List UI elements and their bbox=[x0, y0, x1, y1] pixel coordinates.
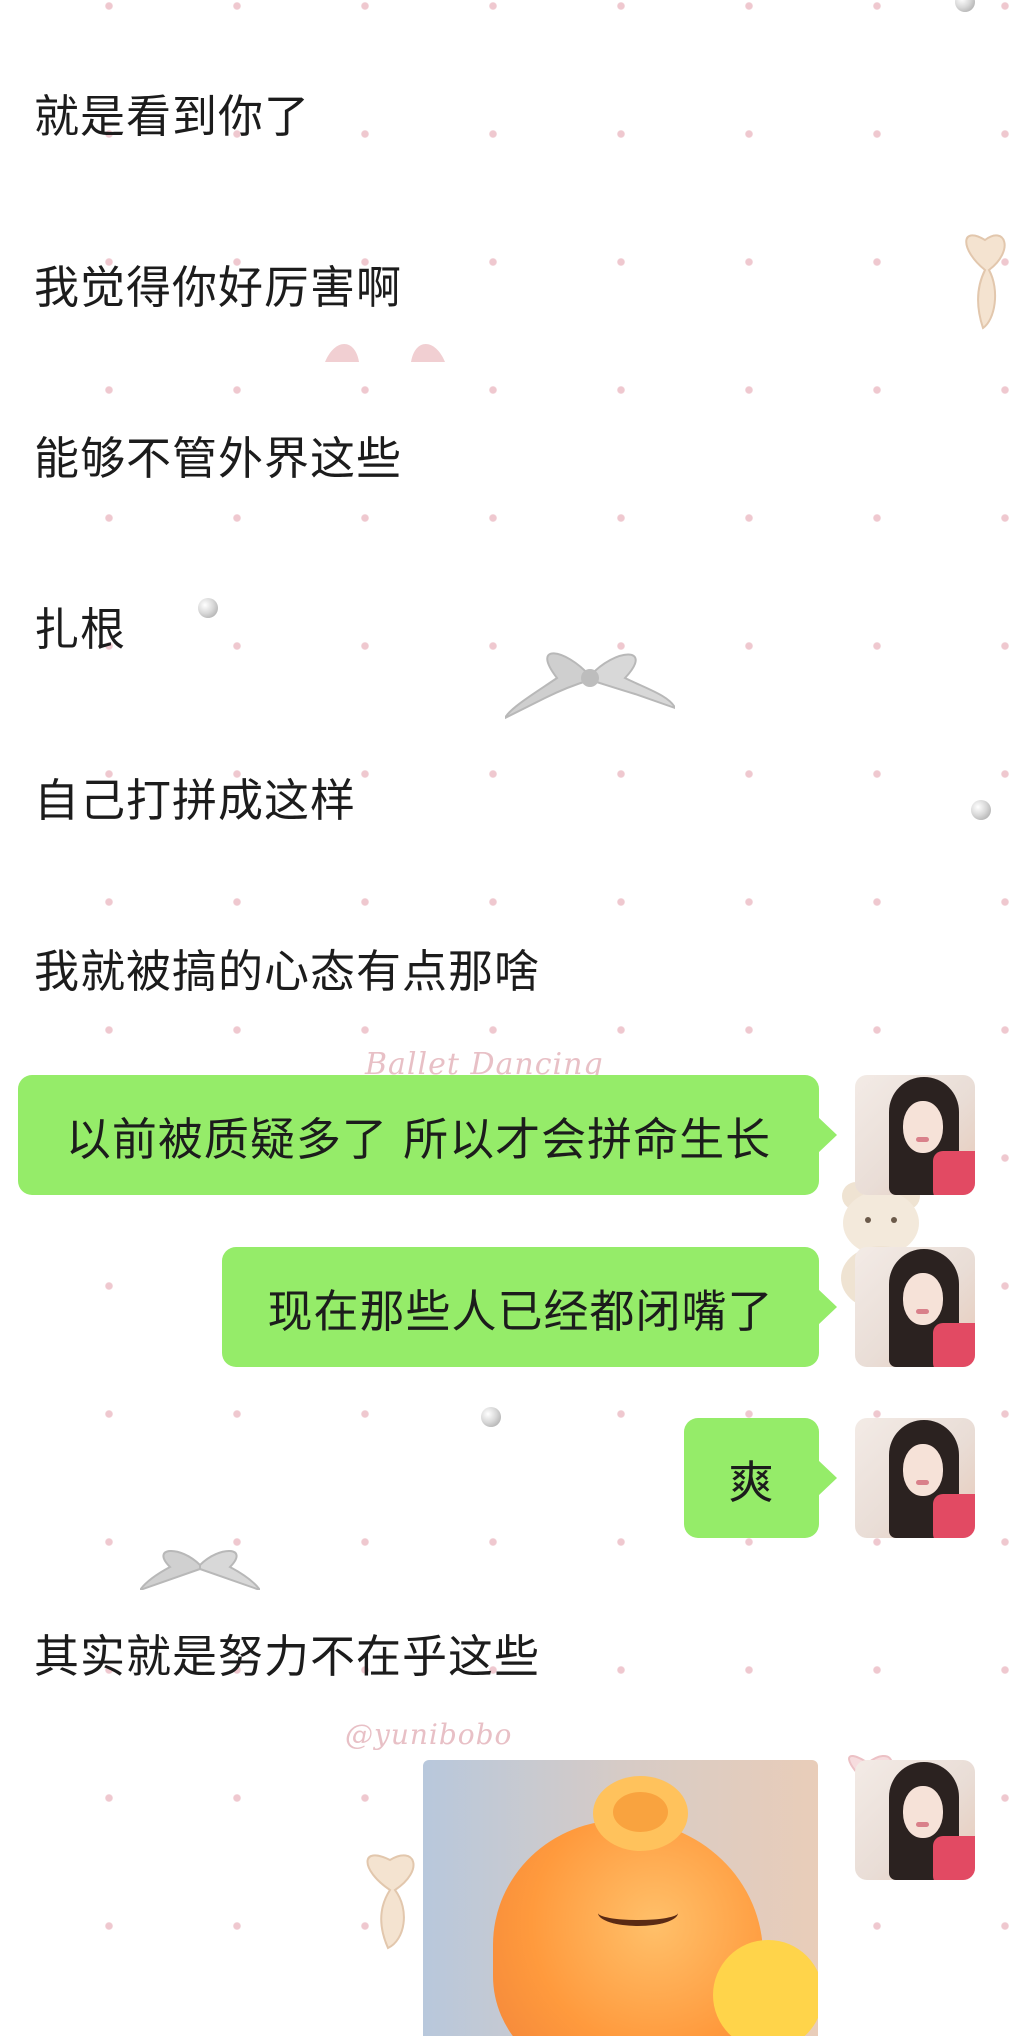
sent-image-orange-plush[interactable] bbox=[423, 1760, 818, 2036]
sent-message-bubble[interactable]: 现在那些人已经都闭嘴了 bbox=[222, 1247, 837, 1367]
received-message: 就是看到你了 bbox=[34, 90, 311, 143]
sent-message-text: 以前被质疑多了 所以才会拼命生长 bbox=[65, 1112, 772, 1166]
pearl-decoration bbox=[481, 1407, 501, 1427]
avatar[interactable] bbox=[855, 1247, 975, 1367]
pink-bow-icon bbox=[325, 344, 445, 362]
pearl-decoration bbox=[198, 598, 218, 618]
avatar[interactable] bbox=[855, 1075, 975, 1195]
avatar[interactable] bbox=[855, 1418, 975, 1538]
handle-watermark: @yunibobo bbox=[345, 1718, 513, 1751]
received-message: 我就被搞的心态有点那啥 bbox=[34, 945, 541, 998]
received-message: 能够不管外界这些 bbox=[34, 432, 403, 485]
received-message: 自己打拼成这样 bbox=[34, 774, 357, 827]
pearl-decoration bbox=[955, 0, 975, 12]
avatar[interactable] bbox=[855, 1760, 975, 1880]
received-message: 其实就是努力不在乎这些 bbox=[34, 1630, 541, 1683]
received-message: 我觉得你好厉害啊 bbox=[34, 261, 403, 314]
sent-message-text: 爽 bbox=[728, 1455, 775, 1509]
grey-bow-icon bbox=[140, 1550, 260, 1590]
sent-message-bubble[interactable]: 爽 bbox=[684, 1418, 837, 1538]
received-message: 扎根 bbox=[34, 603, 127, 656]
cream-bow-icon bbox=[366, 1854, 415, 1950]
sent-message-text: 现在那些人已经都闭嘴了 bbox=[267, 1284, 774, 1338]
grey-bow-icon bbox=[505, 652, 675, 720]
sent-message-bubble[interactable]: 以前被质疑多了 所以才会拼命生长 bbox=[18, 1075, 837, 1195]
pearl-decoration bbox=[971, 800, 991, 820]
cream-bow-icon bbox=[965, 234, 1006, 330]
